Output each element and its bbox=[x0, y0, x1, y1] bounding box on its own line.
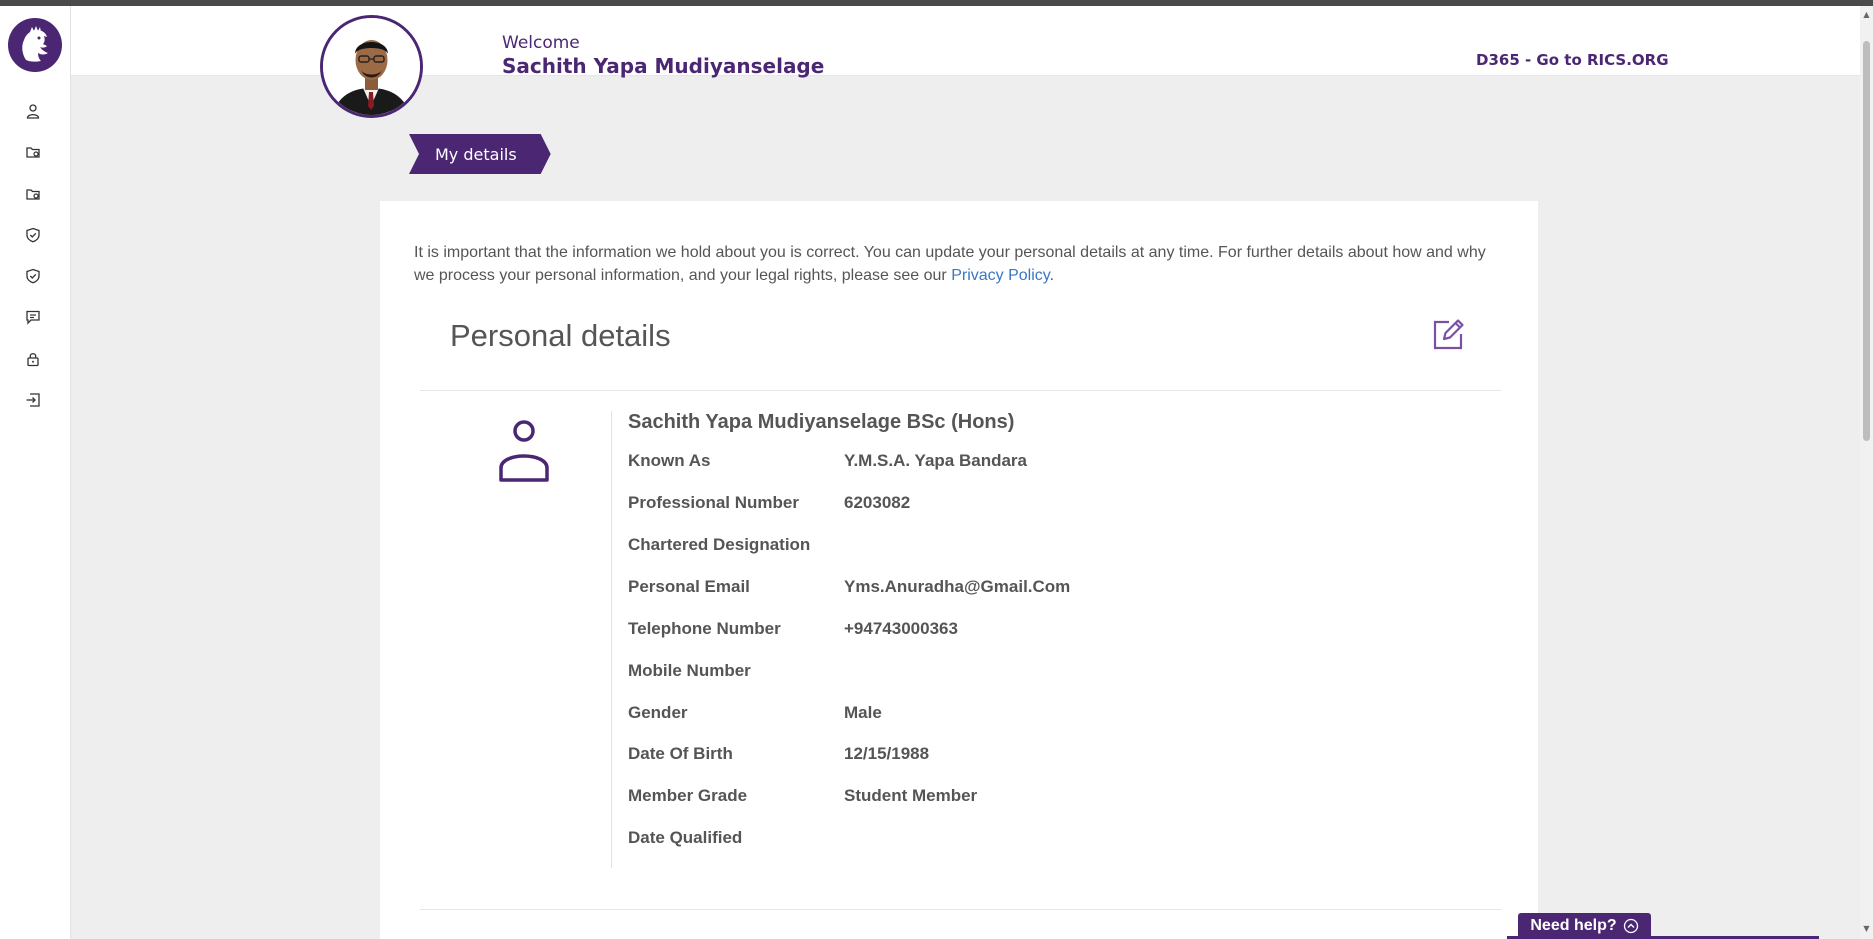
rics-logo[interactable] bbox=[8, 18, 62, 72]
field-label: Professional Number bbox=[628, 493, 799, 512]
message-icon bbox=[26, 310, 40, 325]
folder-icon bbox=[26, 147, 40, 158]
scroll-up-arrow[interactable]: ▲ bbox=[1862, 10, 1871, 19]
vertical-divider bbox=[611, 411, 612, 868]
intro-text: It is important that the information we … bbox=[414, 241, 1509, 287]
field-value: Yms.Anuradha@Gmail.Com bbox=[844, 577, 1071, 596]
shield-check-icon bbox=[26, 227, 40, 243]
field-label: Gender bbox=[628, 703, 688, 722]
nav-folder-1[interactable] bbox=[22, 141, 44, 163]
edit-icon bbox=[1433, 319, 1464, 350]
nav-logout[interactable] bbox=[22, 389, 44, 411]
lock-icon bbox=[27, 353, 39, 367]
field-value: 6203082 bbox=[844, 493, 911, 512]
field-value: Y.M.S.A. Yapa Bandara bbox=[844, 451, 1027, 470]
divider bbox=[420, 390, 1501, 391]
tab-my-details[interactable]: My details bbox=[409, 134, 551, 174]
nav-security[interactable] bbox=[22, 348, 44, 370]
page-scrollbar[interactable]: ▲ ▼ bbox=[1860, 6, 1873, 939]
edit-details-button[interactable] bbox=[1430, 317, 1466, 353]
person-icon bbox=[498, 419, 550, 483]
full-name: Sachith Yapa Mudiyanselage BSc (Hons) bbox=[628, 411, 1015, 433]
field-value: Student Member bbox=[844, 786, 978, 805]
intro-suffix: . bbox=[1049, 267, 1055, 284]
shield-check-icon bbox=[26, 268, 40, 284]
need-help-button[interactable]: Need help? bbox=[1518, 913, 1651, 939]
field-value: Male bbox=[844, 703, 882, 722]
privacy-policy-link[interactable]: Privacy Policy bbox=[951, 267, 1049, 284]
field-label: Known As bbox=[628, 451, 711, 470]
field-label: Member Grade bbox=[628, 786, 748, 805]
user-name: Sachith Yapa Mudiyanselage bbox=[502, 54, 825, 78]
need-help-label: Need help? bbox=[1530, 917, 1617, 934]
section-title: Personal details bbox=[450, 318, 671, 353]
field-label: Mobile Number bbox=[628, 661, 751, 680]
divider bbox=[420, 909, 1501, 910]
chevron-up-circle-icon bbox=[1623, 918, 1638, 934]
intro-body: It is important that the information we … bbox=[414, 244, 1486, 284]
rics-org-link[interactable]: D365 - Go to RICS.ORG bbox=[1476, 51, 1669, 69]
scroll-down-arrow[interactable]: ▼ bbox=[1862, 924, 1871, 933]
scroll-thumb[interactable] bbox=[1863, 41, 1870, 441]
logout-icon bbox=[26, 393, 40, 407]
field-label: Telephone Number bbox=[628, 619, 781, 638]
personal-details-card: It is important that the information we … bbox=[380, 201, 1538, 939]
welcome-label: Welcome bbox=[502, 33, 580, 53]
folder-icon bbox=[26, 189, 40, 200]
field-label: Chartered Designation bbox=[628, 535, 811, 554]
avatar[interactable] bbox=[320, 15, 423, 118]
field-value: +94743000363 bbox=[844, 619, 958, 638]
lion-logo-icon bbox=[22, 26, 48, 62]
sidebar bbox=[0, 6, 71, 939]
user-icon bbox=[26, 104, 40, 119]
field-label: Personal Email bbox=[628, 577, 750, 596]
field-label: Date Qualified bbox=[628, 828, 743, 847]
nav-profile[interactable] bbox=[22, 100, 44, 122]
field-value: 12/15/1988 bbox=[844, 744, 930, 763]
nav-shield-1[interactable] bbox=[22, 224, 44, 246]
field-label: Date Of Birth bbox=[628, 744, 733, 763]
profile-photo bbox=[323, 18, 420, 115]
nav-messages[interactable] bbox=[22, 306, 44, 328]
nav-shield-2[interactable] bbox=[22, 265, 44, 287]
nav-folder-2[interactable] bbox=[22, 183, 44, 205]
person-outline-icon bbox=[499, 420, 549, 482]
